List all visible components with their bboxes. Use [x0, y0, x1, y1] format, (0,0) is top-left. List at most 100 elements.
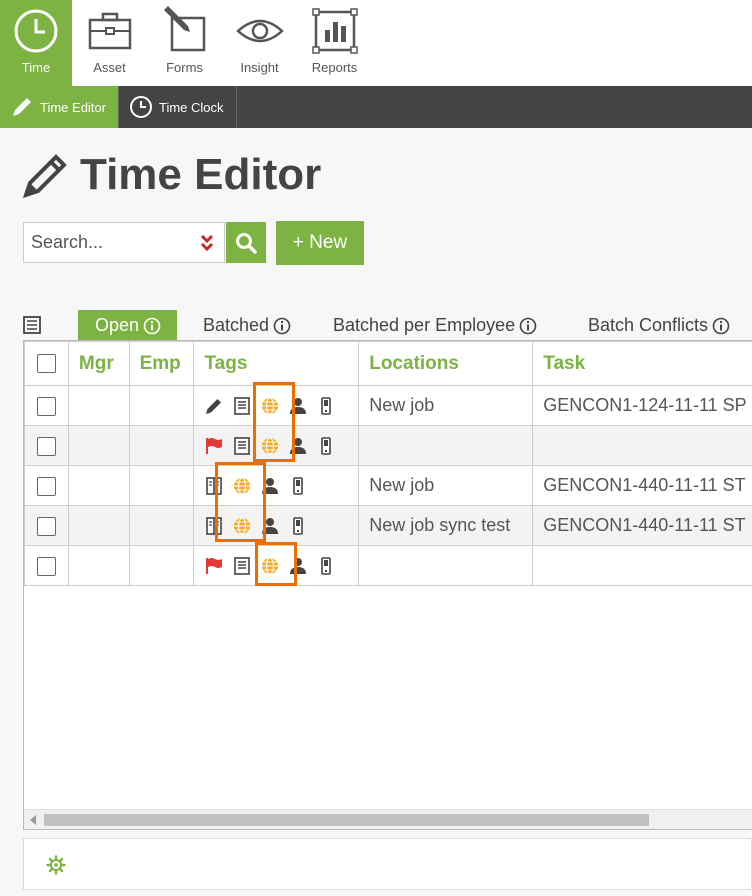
tab-label: Open — [95, 315, 140, 335]
row-checkbox[interactable] — [37, 436, 56, 456]
search-icon — [236, 232, 257, 254]
location-cell: New job — [358, 465, 534, 506]
tags-cell — [193, 505, 360, 546]
emp-cell — [128, 385, 195, 426]
briefcase-icon — [88, 12, 131, 50]
chart-icon — [311, 8, 358, 54]
column-header-mgr[interactable]: Mgr — [67, 341, 130, 386]
location-cell — [358, 425, 534, 466]
globe-icon[interactable] — [260, 436, 288, 456]
table-row[interactable]: New job GENCON1-440-11-11 ST — [24, 465, 752, 506]
list-view-icon[interactable] — [23, 316, 41, 334]
info-icon — [273, 317, 291, 334]
tab-batched[interactable]: Batched — [203, 310, 291, 341]
note-icon[interactable] — [232, 436, 260, 456]
book-icon[interactable] — [204, 476, 232, 496]
subnav-label: Time Clock — [158, 99, 224, 115]
nav-item-forms[interactable]: Forms — [147, 0, 222, 86]
globe-icon[interactable] — [260, 556, 288, 576]
book-icon[interactable] — [204, 516, 232, 536]
task-cell: GENCON1-124-11-11 SP — [532, 385, 752, 426]
nav-item-label: Insight — [240, 60, 279, 75]
table-row[interactable]: New job GENCON1-124-11-11 SP — [24, 385, 752, 426]
scroll-left-arrow[interactable] — [30, 815, 36, 825]
tab-label: Batched — [203, 315, 270, 335]
eye-icon — [235, 19, 284, 43]
globe-icon[interactable] — [232, 476, 260, 496]
tab-label: Batched per Employee — [333, 315, 516, 335]
column-header-task[interactable]: Task — [532, 341, 752, 386]
select-all-cell — [24, 341, 69, 386]
tab-label: Batch Conflicts — [588, 315, 709, 335]
time-entries-table: Mgr Emp Tags Locations Task New job GENCO… — [24, 341, 752, 586]
row-checkbox[interactable] — [37, 516, 56, 536]
flag-icon[interactable] — [204, 556, 232, 576]
globe-icon[interactable] — [232, 516, 260, 536]
nav-item-asset[interactable]: Asset — [72, 0, 147, 86]
tab-batch-conflicts[interactable]: Batch Conflicts — [588, 310, 730, 341]
pencil-icon[interactable] — [204, 396, 232, 416]
scrollbar-thumb[interactable] — [44, 814, 649, 826]
nav-item-insight[interactable]: Insight — [222, 0, 297, 86]
phone-icon[interactable] — [316, 396, 344, 416]
subnav-time-clock[interactable]: Time Clock — [119, 86, 237, 128]
table-row[interactable] — [24, 545, 752, 586]
note-icon[interactable] — [232, 396, 260, 416]
new-button[interactable]: + New — [276, 221, 364, 265]
page-title-text: Time Editor — [80, 150, 322, 199]
person-icon[interactable] — [260, 516, 288, 536]
phone-icon[interactable] — [288, 516, 316, 536]
phone-icon[interactable] — [316, 436, 344, 456]
table-row[interactable]: New job sync test GENCON1-440-11-11 ST — [24, 505, 752, 546]
mgr-cell — [67, 545, 130, 586]
tab-batched-per-employee[interactable]: Batched per Employee — [333, 310, 537, 341]
row-checkbox[interactable] — [37, 476, 56, 496]
tags-cell — [193, 545, 360, 586]
task-cell — [532, 545, 752, 586]
table-header-row: Mgr Emp Tags Locations Task — [24, 341, 752, 386]
chevron-double-down-icon[interactable] — [200, 233, 214, 253]
person-icon[interactable] — [260, 476, 288, 496]
info-icon — [712, 317, 730, 334]
tags-cell — [193, 465, 360, 506]
info-icon — [143, 317, 161, 334]
select-all-checkbox[interactable] — [37, 353, 56, 373]
sub-nav: Time Editor Time Clock — [0, 86, 752, 128]
column-header-tags[interactable]: Tags — [193, 341, 360, 386]
globe-icon[interactable] — [260, 396, 288, 416]
row-select-cell — [24, 425, 69, 466]
table-row[interactable] — [24, 425, 752, 466]
row-select-cell — [24, 385, 69, 426]
nav-item-label: Asset — [93, 60, 126, 75]
info-icon — [519, 317, 537, 334]
emp-cell — [128, 425, 195, 466]
emp-cell — [128, 545, 195, 586]
column-header-emp[interactable]: Emp — [128, 341, 195, 386]
person-icon[interactable] — [288, 556, 316, 576]
person-icon[interactable] — [288, 436, 316, 456]
nav-item-reports[interactable]: Reports — [297, 0, 372, 86]
nav-item-label: Forms — [166, 60, 203, 75]
flag-icon[interactable] — [204, 436, 232, 456]
subnav-time-editor[interactable]: Time Editor — [0, 86, 119, 128]
gear-icon[interactable] — [46, 855, 66, 875]
note-icon[interactable] — [232, 556, 260, 576]
emp-cell — [128, 505, 195, 546]
person-icon[interactable] — [288, 396, 316, 416]
nav-item-time[interactable]: Time — [0, 0, 72, 86]
clock-icon — [129, 96, 152, 118]
column-header-locations[interactable]: Locations — [358, 341, 534, 386]
row-checkbox[interactable] — [37, 556, 56, 576]
phone-icon[interactable] — [316, 556, 344, 576]
tab-open[interactable]: Open — [78, 310, 178, 341]
location-cell: New job — [358, 385, 534, 426]
row-select-cell — [24, 505, 69, 546]
horizontal-scrollbar[interactable] — [24, 809, 752, 829]
mgr-cell — [67, 385, 130, 426]
search-button[interactable] — [226, 222, 266, 263]
emp-cell — [128, 465, 195, 506]
row-checkbox[interactable] — [37, 396, 56, 416]
search-input[interactable] — [24, 232, 189, 253]
phone-icon[interactable] — [288, 476, 316, 496]
nav-item-label: Time — [21, 60, 51, 75]
